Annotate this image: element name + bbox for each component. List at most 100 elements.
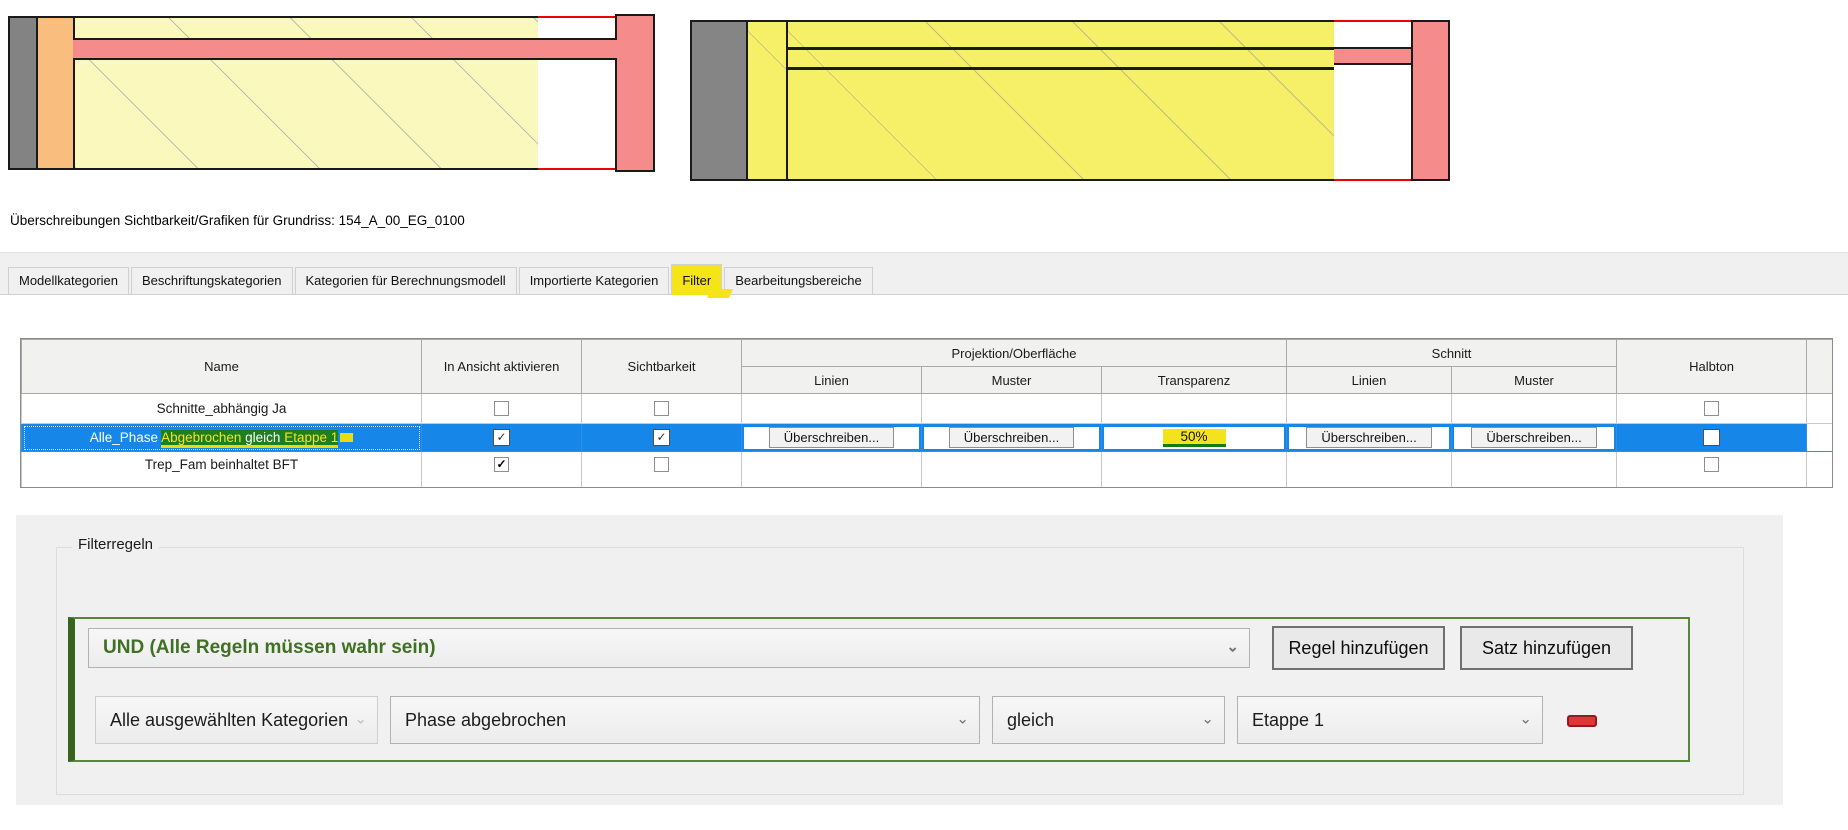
cut-lines-cell[interactable] [1286, 451, 1453, 487]
checkbox-unchecked[interactable] [1704, 401, 1720, 417]
rule-parameter-value: Phase abgebrochen [405, 709, 567, 730]
proj-patterns-cell[interactable] [921, 451, 1102, 487]
rule-set-frame: UND (Alle Regeln müssen wahr sein) ⌄ Reg… [68, 617, 1690, 762]
tabs: Modellkategorien Beschriftungskategorien… [8, 264, 875, 295]
slab-hatched-bright-yellow [786, 20, 1336, 181]
col-group-cut: Schnitt [1286, 339, 1618, 367]
tab-filter[interactable]: Filter [671, 264, 723, 295]
checkbox-unchecked[interactable] [494, 401, 509, 417]
tab-importierte-kategorien[interactable]: Importierte Kategorien [518, 267, 670, 295]
check-icon: ✓ [496, 456, 507, 471]
tab-kategorien-berechnungsmodell[interactable]: Kategorien für Berechnungsmodell [294, 267, 517, 295]
column-pink [615, 14, 655, 172]
filter-name[interactable]: Trep_Fam beinhaltet BFT [21, 451, 422, 487]
checkbox-unchecked[interactable] [1703, 429, 1721, 446]
col-header-transparency: Transparenz [1100, 366, 1288, 394]
wall-core-gray-2 [690, 20, 748, 181]
wall-layer-orange [36, 16, 75, 170]
table-row[interactable]: Trep_Fam beinhaltet BFT ✓ [21, 451, 1832, 487]
chevron-down-icon: ⌄ [354, 710, 367, 728]
plan-view-after [690, 18, 1450, 183]
name-part-plain: Alle_Phase [89, 430, 162, 445]
rule-operator-value: gleich [1007, 709, 1055, 730]
proj-patterns-cell[interactable] [921, 393, 1102, 424]
tab-strip: Modellkategorien Beschriftungskategorien… [0, 252, 1848, 295]
col-header-name: Name [21, 339, 422, 394]
proj-lines-cell[interactable] [741, 451, 922, 487]
transparency-value[interactable]: 50% [1162, 428, 1226, 447]
checkbox-checked[interactable]: ✓ [494, 456, 509, 472]
override-proj-lines-button[interactable]: Überschreiben... [768, 427, 895, 448]
col-header-proj-patterns: Muster [921, 366, 1102, 394]
rule-category-dropdown[interactable]: Alle ausgewählten Kategorien ⌄ [95, 696, 378, 744]
page-title: Überschreibungen Sichtbarkeit/Grafiken f… [10, 213, 465, 228]
transparency-cell[interactable] [1100, 393, 1288, 424]
visibility-checkbox-cell[interactable]: ✓ [581, 423, 742, 452]
name-highlight-green: Abgebrochen gleich Etappe 1 [161, 430, 339, 448]
spacer-cell [1806, 393, 1832, 424]
checkbox-checked[interactable]: ✓ [493, 429, 510, 446]
checkbox-checked[interactable]: ✓ [653, 429, 670, 446]
spacer-cell [1806, 423, 1832, 452]
set-operator-value: UND (Alle Regeln müssen wahr sein) [103, 637, 436, 658]
opening-white-gap-2 [1334, 20, 1413, 181]
check-icon: ✓ [496, 430, 507, 444]
override-cut-patterns-button[interactable]: Überschreiben... [1471, 427, 1597, 448]
rule-category-value: Alle ausgewählten Kategorien [110, 709, 349, 730]
table-row-selected[interactable]: Alle_Phase Abgebrochen gleich Etappe 1 ✓… [21, 423, 1832, 452]
chevron-down-icon: ⌄ [1201, 710, 1214, 728]
filter-name[interactable]: Schnitte_abhängig Ja [21, 393, 422, 424]
checkbox-unchecked[interactable] [654, 401, 669, 417]
rule-value-value: Etappe 1 [1252, 709, 1325, 730]
checkbox-unchecked[interactable] [654, 456, 669, 472]
rule-operator-dropdown[interactable]: gleich ⌄ [992, 696, 1225, 744]
col-header-proj-lines: Linien [741, 366, 922, 394]
transparency-cell[interactable] [1100, 451, 1288, 487]
visibility-checkbox-cell[interactable] [581, 451, 742, 487]
check-icon: ✓ [656, 430, 667, 444]
transparency-cell: 50% [1100, 423, 1288, 452]
col-header-spacer [1806, 339, 1832, 394]
beam-band-pink-2 [1334, 47, 1413, 65]
set-operator-dropdown[interactable]: UND (Alle Regeln müssen wahr sein) ⌄ [88, 628, 1250, 668]
add-rule-button[interactable]: Regel hinzufügen [1272, 626, 1445, 670]
chevron-down-icon: ⌄ [956, 710, 969, 728]
wall-core-gray [8, 16, 38, 170]
table-row[interactable]: Schnitte_abhängig Ja [21, 393, 1832, 424]
filter-name-selected[interactable]: Alle_Phase Abgebrochen gleich Etappe 1 [21, 423, 422, 452]
wall-strip-yellow [746, 20, 788, 181]
checkbox-unchecked[interactable] [1704, 456, 1720, 472]
rule-parameter-dropdown[interactable]: Phase abgebrochen ⌄ [390, 696, 980, 744]
filters-table-wrap: Name In Ansicht aktivieren Sichtbarkeit … [20, 338, 1833, 488]
in-view-checkbox-cell[interactable]: ✓ [421, 423, 582, 452]
visibility-checkbox-cell[interactable] [581, 393, 742, 424]
screenshot-root: Überschreibungen Sichtbarkeit/Grafiken f… [0, 0, 1848, 830]
override-proj-patterns-button[interactable]: Überschreiben... [948, 427, 1075, 448]
tab-modellkategorien[interactable]: Modellkategorien [8, 267, 130, 295]
filterregeln-label: Filterregeln [72, 536, 160, 553]
cut-patterns-cell-disabled [1451, 393, 1618, 424]
halftone-checkbox-cell[interactable] [1616, 393, 1808, 424]
plan-view-before [8, 14, 655, 172]
col-header-in-view: In Ansicht aktivieren [421, 339, 582, 394]
remove-rule-minus-icon[interactable] [1567, 715, 1597, 727]
rule-value-dropdown[interactable]: Etappe 1 ⌄ [1237, 696, 1543, 744]
slab-joint-line [788, 47, 1334, 50]
chevron-down-icon: ⌄ [1226, 638, 1239, 656]
proj-lines-cell[interactable] [741, 393, 922, 424]
column-pink-2 [1411, 20, 1450, 181]
cut-patterns-cell[interactable] [1451, 451, 1618, 487]
proj-lines-cell: Überschreiben... [741, 423, 922, 452]
name-part-etappe: Etappe 1 [284, 430, 339, 445]
tab-beschriftungskategorien[interactable]: Beschriftungskategorien [131, 267, 293, 295]
add-set-button[interactable]: Satz hinzufügen [1460, 626, 1633, 670]
halftone-checkbox-cell[interactable] [1616, 451, 1808, 487]
override-cut-lines-button[interactable]: Überschreiben... [1306, 427, 1432, 448]
spacer-cell [1806, 451, 1832, 487]
halftone-checkbox-cell[interactable] [1616, 423, 1808, 452]
filters-table: Name In Ansicht aktivieren Sichtbarkeit … [21, 339, 1832, 487]
in-view-checkbox-cell[interactable] [421, 393, 582, 424]
in-view-checkbox-cell[interactable]: ✓ [421, 451, 582, 487]
slab-joint-line-2 [788, 67, 1334, 70]
tab-bearbeitungsbereiche[interactable]: Bearbeitungsbereiche [724, 267, 873, 295]
